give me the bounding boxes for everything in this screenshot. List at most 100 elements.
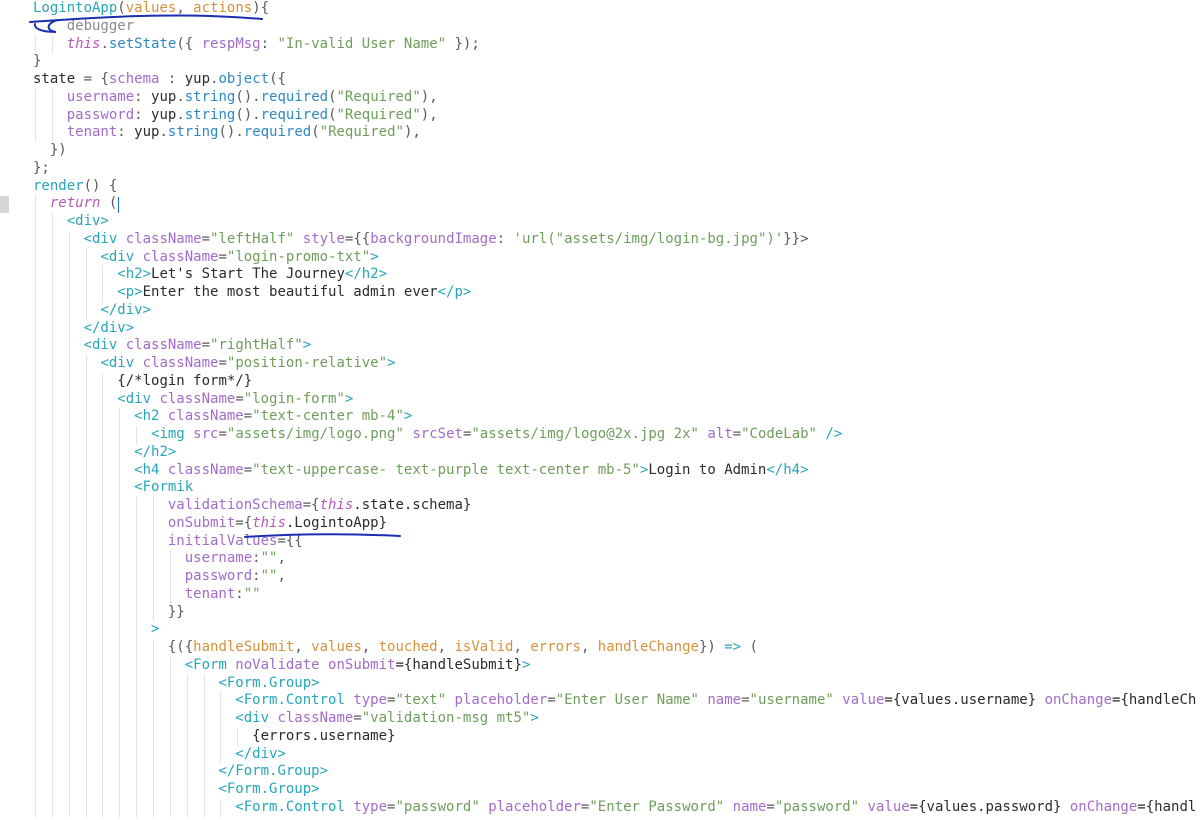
code-token: "In-valid User Name" [277, 35, 447, 52]
code-line[interactable]: <img src="assets/img/logo.png" srcSet="a… [0, 426, 1200, 444]
code-line[interactable]: <div className="validation-msg mt5"> [0, 710, 1200, 728]
code-line[interactable]: <Formik [0, 479, 1200, 497]
code-line[interactable]: </Form.Group> [0, 763, 1200, 781]
code-line[interactable]: <div className="login-form"> [0, 390, 1200, 409]
code-line[interactable]: {({handleSubmit, values, touched, isVali… [0, 639, 1200, 657]
code-line[interactable]: password:"", [0, 568, 1200, 586]
indent-guide [35, 426, 36, 444]
code-line[interactable]: <h2>Let's Start The Journey</h2> [0, 266, 1200, 284]
code-token: required [260, 88, 329, 105]
code-line[interactable]: tenant:"" [0, 585, 1200, 604]
code-line[interactable]: <Form.Control type="text" placeholder="E… [0, 692, 1200, 710]
indent-guide [51, 585, 53, 604]
indent-guide [169, 745, 171, 764]
code-token: placeholder [454, 692, 548, 709]
code-line[interactable]: <div className="leftHalf" style={{backgr… [0, 230, 1200, 249]
code-line[interactable]: password: yup.string().required("Require… [0, 106, 1200, 125]
indent-guide [51, 88, 53, 107]
indent-guide [51, 639, 53, 657]
indent-guide [102, 781, 104, 799]
code-line[interactable]: this.setState({ respMsg: "In-valid User … [0, 35, 1200, 54]
code-token: handleChange [597, 639, 699, 655]
code-token: = [243, 461, 253, 478]
code-editor[interactable]: LogintoApp(values, actions){ debugger th… [0, 0, 1200, 820]
code-line[interactable]: <p>Enter the most beautiful admin ever</… [0, 284, 1200, 302]
code-token: "assets/img/logo.png" [226, 426, 404, 442]
code-line[interactable]: <div className="login-promo-txt"> [0, 248, 1200, 267]
code-token: "rightHalf" [210, 337, 303, 354]
code-line[interactable]: LogintoApp(values, actions){ [0, 0, 1200, 18]
code-line[interactable]: </div> [0, 319, 1200, 338]
code-line[interactable]: <h4 className="text-uppercase- text-purp… [0, 461, 1200, 480]
indent-guide [51, 443, 53, 462]
indent-guide [186, 745, 188, 764]
code-token: "Enter Password" [589, 798, 725, 815]
code-line[interactable]: </div> [0, 745, 1200, 764]
code-line[interactable]: </h2> [0, 443, 1200, 462]
indent-guide [119, 621, 121, 639]
code-line[interactable]: initialValues={{ [0, 532, 1200, 551]
indent-guide [136, 568, 138, 586]
code-line[interactable]: <h2 className="text-center mb-4"> [0, 408, 1200, 426]
code-line[interactable]: username:"", [0, 550, 1200, 568]
code-token: > [302, 337, 312, 354]
code-line[interactable]: <Form.Group> [0, 781, 1200, 799]
code-line[interactable]: > [0, 621, 1200, 639]
code-line[interactable]: return ( [0, 195, 1200, 213]
code-line[interactable]: </div> [0, 301, 1200, 320]
code-area[interactable]: LogintoApp(values, actions){ debugger th… [0, 0, 1200, 817]
indent-guide [35, 443, 36, 462]
code-line[interactable]: }) [0, 142, 1200, 160]
code-line[interactable]: <div> [0, 213, 1200, 231]
code-line[interactable]: render() { [0, 178, 1200, 196]
code-token: type [353, 798, 388, 815]
code-token: className [159, 390, 236, 407]
code-token: = [201, 337, 211, 354]
code-token: > [387, 355, 396, 371]
code-token: "password" [395, 798, 480, 815]
code-line[interactable]: <div className="rightHalf"> [0, 337, 1200, 355]
indent-guide [68, 514, 70, 533]
indent-guide [136, 692, 138, 710]
code-line[interactable]: username: yup.string().required("Require… [0, 88, 1200, 107]
indent-guide [119, 710, 121, 728]
code-line[interactable]: <Form.Group> [0, 674, 1200, 693]
code-token: ( [741, 639, 758, 655]
indent-guide [51, 266, 53, 284]
code-line[interactable]: } [0, 53, 1200, 71]
code-line[interactable]: debugger [0, 18, 1200, 36]
code-line[interactable]: }; [0, 160, 1200, 178]
indent-guide [102, 390, 104, 409]
code-token: respMsg [201, 35, 261, 52]
code-line[interactable]: <Form noValidate onSubmit={handleSubmit}… [0, 656, 1200, 675]
code-line[interactable]: state = {schema : yup.object({ [0, 71, 1200, 89]
code-token: state [33, 71, 76, 87]
code-line[interactable]: {errors.username} [0, 727, 1200, 746]
indent-guide [85, 674, 87, 693]
code-line[interactable]: onSubmit={this.LogintoApp} [0, 514, 1200, 533]
indent-guide [85, 798, 87, 817]
code-token: noValidate [235, 656, 320, 673]
code-line[interactable]: {/*login form*/} [0, 372, 1200, 391]
code-token: string [167, 124, 219, 141]
code-line[interactable]: <Form.Control type="password" placeholde… [0, 798, 1200, 817]
code-line[interactable]: <div className="position-relative"> [0, 355, 1200, 373]
indent-guide [153, 568, 155, 586]
code-token: string [184, 88, 236, 105]
code-token: : [159, 71, 185, 87]
code-line[interactable]: }} [0, 603, 1200, 622]
indent-guide [35, 248, 36, 267]
indent-guide [35, 727, 36, 746]
code-line[interactable]: tenant: yup.string().required("Required"… [0, 124, 1200, 142]
code-line[interactable]: validationSchema={this.state.schema} [0, 497, 1200, 515]
indent-guide [169, 568, 171, 586]
